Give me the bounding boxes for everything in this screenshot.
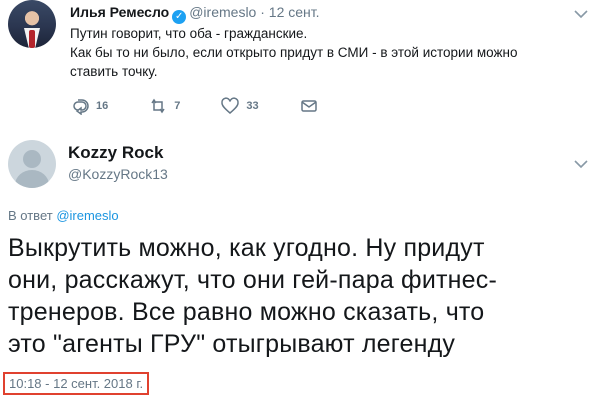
avatar[interactable] bbox=[8, 0, 56, 48]
tweet-text-line: Выкрутить можно, как угодно. Ну придут bbox=[8, 234, 485, 262]
reply-icon bbox=[73, 99, 89, 115]
avatar-head bbox=[23, 150, 41, 168]
tweet-text-line: ставить точку. bbox=[70, 64, 158, 79]
author-handle[interactable]: @KozzyRock13 bbox=[68, 166, 168, 182]
quoted-tweet: Илья Ремесло ✓ @iremeslo · 12 сент. Путин … bbox=[0, 0, 604, 130]
tweet-text-line: Как бы то ни было, если открыто придут в… bbox=[70, 45, 518, 60]
tweet-text: Путин говорит, что оба - гражданские. Ка… bbox=[70, 24, 570, 81]
tweet-text-line: они, расскажут, что они гей-пара фитнес- bbox=[8, 266, 497, 294]
tweet-text: Выкрутить можно, как угодно. Ну придут о… bbox=[8, 232, 598, 360]
tweet-date[interactable]: · 12 сент. bbox=[260, 4, 319, 20]
chevron-down-icon[interactable] bbox=[574, 158, 588, 172]
heart-icon bbox=[221, 97, 240, 114]
retweet-button[interactable]: 7 bbox=[148, 97, 180, 115]
like-count: 33 bbox=[246, 100, 259, 112]
author-handle[interactable]: @iremeslo bbox=[189, 4, 256, 20]
reply-count: 16 bbox=[96, 100, 109, 112]
avatar-body bbox=[15, 170, 49, 188]
retweet-count: 7 bbox=[174, 100, 181, 112]
reply-button[interactable]: 16 bbox=[70, 97, 108, 115]
reply-mention-link[interactable]: @iremeslo bbox=[56, 208, 118, 223]
author-name[interactable]: Илья Ремесло bbox=[70, 4, 169, 20]
reply-prefix: В ответ bbox=[8, 208, 57, 223]
message-button[interactable] bbox=[299, 97, 325, 115]
avatar[interactable] bbox=[8, 140, 56, 188]
like-button[interactable]: 33 bbox=[220, 97, 259, 115]
chevron-down-icon[interactable] bbox=[574, 8, 588, 22]
tweet-timestamp[interactable]: 10:18 - 12 сент. 2018 г. bbox=[3, 372, 150, 395]
tweet-text-line: тренеров. Все равно можно сказать, что bbox=[8, 298, 485, 326]
avatar-tie bbox=[29, 30, 35, 48]
envelope-icon bbox=[300, 100, 317, 112]
tweet-text-line: это "агенты ГРУ" отыгрывают легенду bbox=[8, 330, 456, 358]
reply-context: В ответ @iremeslo bbox=[8, 208, 119, 223]
retweet-icon bbox=[151, 98, 165, 114]
verified-icon: ✓ bbox=[172, 10, 187, 24]
tweet-text-line: Путин говорит, что оба - гражданские. bbox=[70, 26, 308, 41]
tweet-header: Илья Ремесло ✓ @iremeslo · 12 сент. bbox=[70, 4, 320, 24]
author-name[interactable]: Kozzy Rock bbox=[68, 143, 163, 163]
tweet-actions: 16 7 33 bbox=[70, 96, 365, 116]
